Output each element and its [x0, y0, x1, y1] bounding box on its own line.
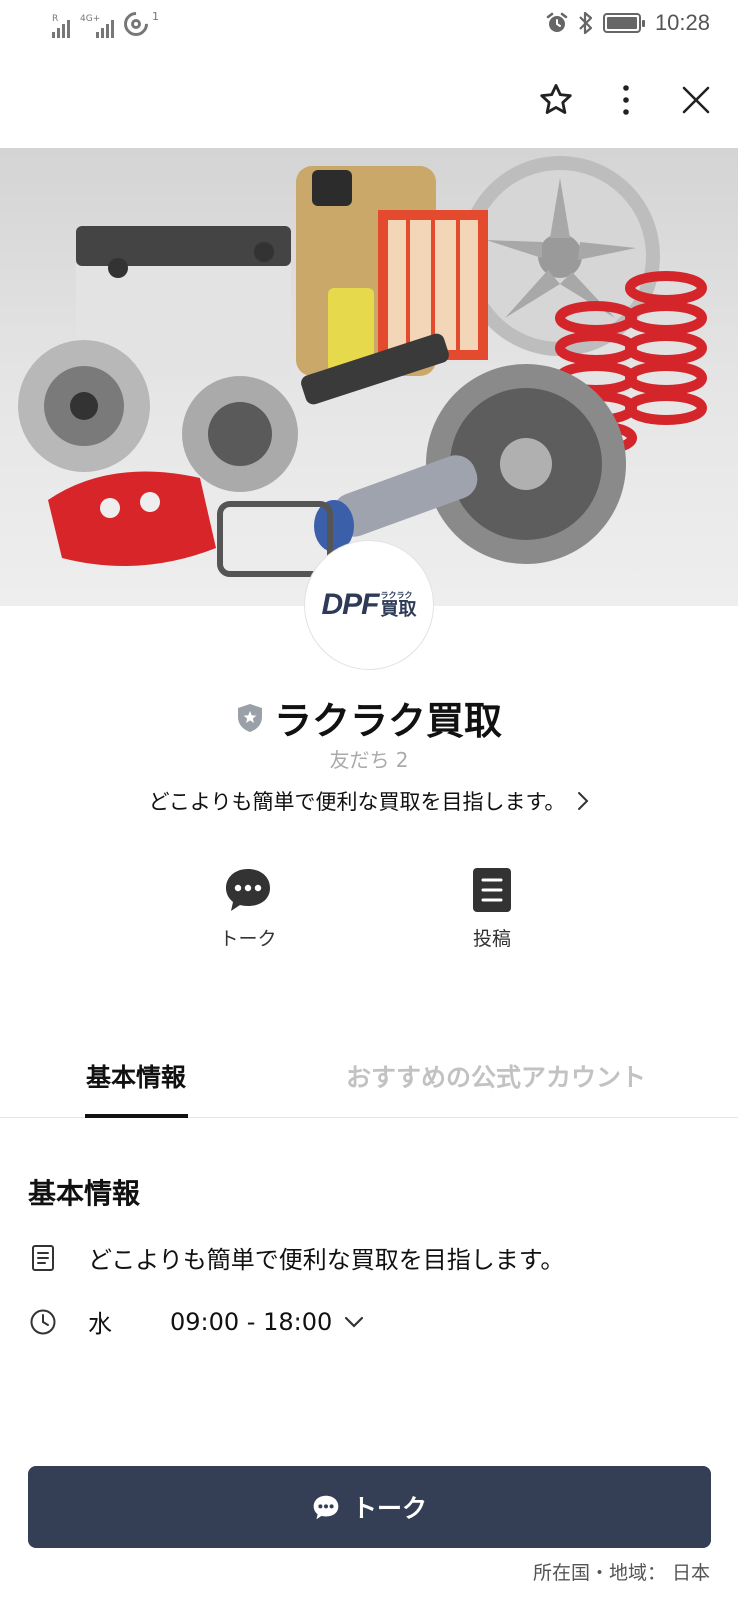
friend-count: 友だち 2 — [329, 748, 409, 772]
tab-basic-info[interactable]: 基本情報 — [86, 1058, 186, 1094]
alarm-icon — [546, 12, 568, 32]
account-name-row: ラクラク買取 — [0, 690, 738, 745]
profile-avatar[interactable]: DPF ラクラク 買取 — [304, 540, 434, 670]
hotspot-count: 1 — [152, 10, 159, 23]
chat-bubble-icon — [313, 1495, 339, 1519]
status-message-text: どこよりも簡単で便利な買取を目指します。 — [148, 790, 566, 814]
status-indicators: R 4G+ 1 — [52, 7, 159, 41]
chevron-right-icon — [578, 792, 589, 810]
posts-action-button[interactable]: 投稿 — [432, 866, 552, 951]
info-description: どこよりも簡単で便利な買取を目指します。 — [88, 1246, 565, 1274]
favorite-button[interactable] — [532, 76, 580, 124]
posts-action-label: 投稿 — [472, 928, 511, 950]
cover-image[interactable] — [0, 148, 738, 606]
top-bar — [0, 52, 738, 148]
status-message[interactable]: どこよりも簡単で便利な買取を目指します。 — [0, 786, 738, 816]
region-info: 所在国・地域： 日本 — [532, 1562, 710, 1584]
close-icon — [682, 86, 710, 114]
account-name: ラクラク買取 — [273, 699, 502, 743]
tab-bar: 基本情報 おすすめの公式アカウント — [0, 1040, 738, 1118]
chevron-down-icon — [345, 1316, 364, 1328]
section-title: 基本情報 — [28, 1177, 141, 1210]
close-button[interactable] — [672, 76, 720, 124]
cell-signal-4g-icon: 4G+ — [80, 14, 114, 38]
signal-4g-label: 4G+ — [80, 14, 101, 24]
cell-signal-icon: R — [52, 14, 70, 38]
tab-recommended-accounts[interactable]: おすすめの公式アカウント — [346, 1058, 646, 1094]
tab-active-indicator — [85, 1114, 188, 1118]
verified-badge-icon — [237, 703, 262, 732]
status-bar: R 4G+ 1 10:28 — [0, 0, 738, 52]
hours-day: 水 — [88, 1310, 112, 1338]
chat-bubble-icon — [226, 869, 270, 911]
battery-icon — [602, 13, 645, 33]
talk-button-label: トーク — [351, 1494, 427, 1523]
star-icon — [540, 84, 572, 114]
status-time: 10:28 — [654, 10, 710, 35]
business-hours-row[interactable]: 水 09:00 - 18:00 — [28, 1304, 364, 1339]
more-button[interactable] — [602, 76, 650, 124]
clock-icon — [30, 1309, 56, 1334]
bluetooth-icon — [579, 11, 593, 35]
document-icon — [32, 1244, 54, 1271]
more-vertical-icon — [623, 85, 629, 115]
info-description-row: どこよりも簡単で便利な買取を目指します。 — [28, 1240, 564, 1275]
hours-time: 09:00 - 18:00 — [170, 1307, 333, 1336]
post-icon — [473, 868, 511, 912]
logo-text: DPF — [321, 588, 380, 621]
auto-parts-photo — [18, 156, 707, 577]
signal-roaming-label: R — [52, 14, 59, 24]
talk-button[interactable]: トーク — [28, 1466, 711, 1548]
logo-kanji: 買取 — [380, 598, 417, 620]
talk-action-label: トーク — [219, 928, 277, 950]
talk-action-button[interactable]: トーク — [188, 866, 308, 951]
hotspot-icon: 1 — [119, 7, 159, 41]
